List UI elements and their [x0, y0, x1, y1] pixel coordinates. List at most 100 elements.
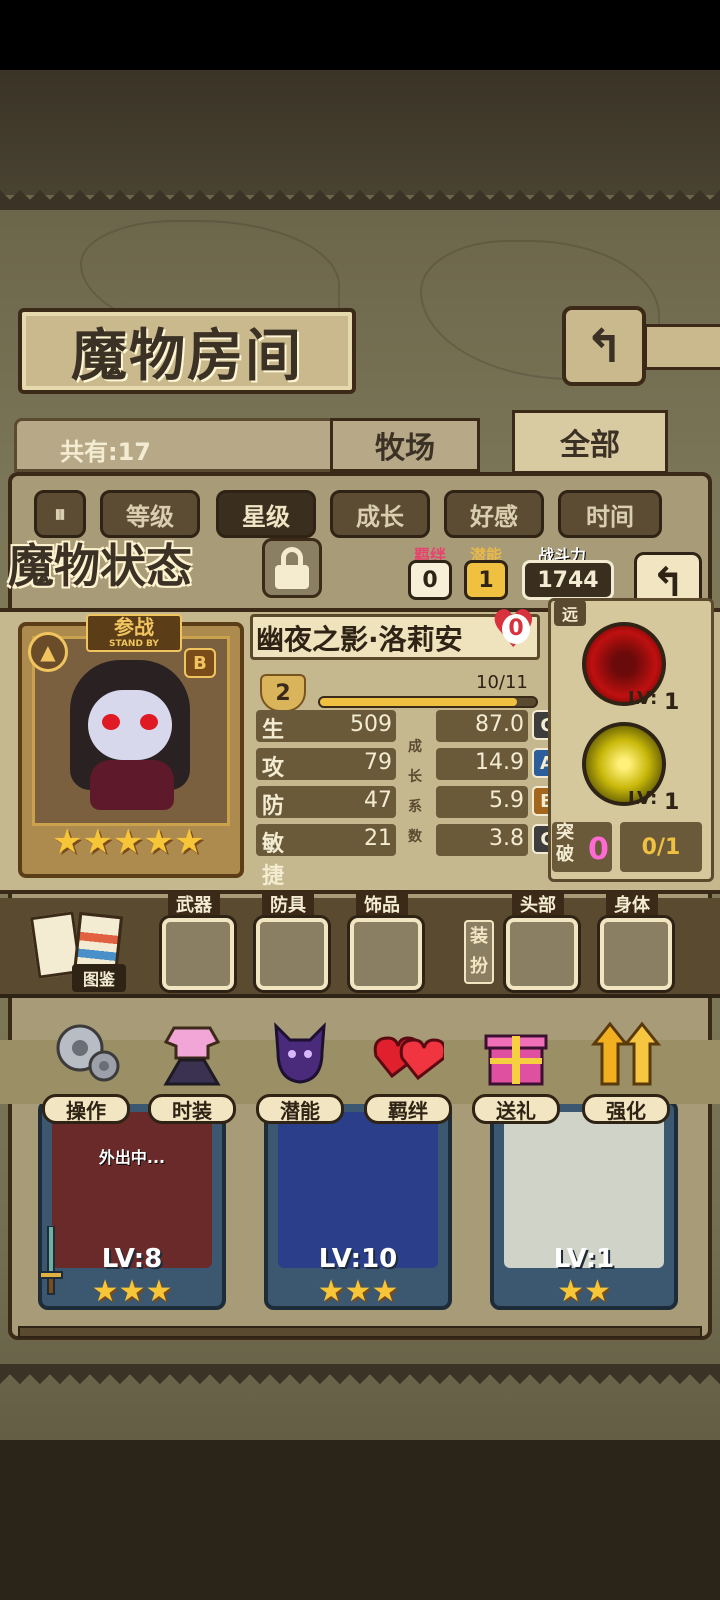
breakthrough-count: 0 — [588, 832, 609, 867]
star-icon: ★ — [173, 822, 205, 862]
standby-sublabel: STAND BY — [109, 639, 159, 649]
star-icon: ★ — [112, 822, 144, 862]
star-icon: ★ — [52, 822, 83, 862]
skill-level-prefix: LV: — [628, 688, 658, 709]
bond-button[interactable]: 羁绊 — [360, 1018, 456, 1126]
monster-card[interactable]: 外出中... LV:8 ★★★ — [38, 1100, 226, 1310]
operate-button[interactable]: 操作 — [38, 1018, 134, 1126]
gear-icon — [56, 1024, 120, 1082]
tab-all[interactable]: 全部 — [512, 410, 668, 474]
gift-icon — [484, 1034, 548, 1086]
bottom-bar — [0, 1440, 720, 1600]
monster-card[interactable]: LV:10 ★★★ — [264, 1100, 452, 1310]
monster-status-title: 魔物状态 — [8, 539, 192, 593]
star-rating: ★ ★ ★ ★ ★ — [52, 822, 205, 862]
slot-caption-accessory: 饰品 — [356, 890, 408, 918]
bond-value: 0 — [408, 560, 452, 600]
border-zigzag-bottom — [0, 1364, 720, 1384]
sort-affection-button[interactable]: 好感 — [444, 490, 544, 538]
costume-button[interactable]: 时装 — [144, 1018, 240, 1126]
stat-value: 47 — [364, 788, 392, 813]
stat-growth: 5.9 — [489, 788, 524, 813]
page-title-banner: 魔物房间 — [18, 308, 356, 394]
exp-text: 10/11 — [476, 672, 528, 693]
sort-growth-button[interactable]: 成长 — [330, 490, 430, 538]
dress-up-tag: 装扮 — [464, 920, 494, 984]
power-value: 1744 — [522, 560, 614, 600]
gift-label: 送礼 — [472, 1094, 560, 1124]
equip-slot-head[interactable] — [506, 918, 578, 990]
slot-caption-body: 身体 — [606, 890, 658, 918]
list-bottom-rail — [18, 1326, 702, 1338]
bond-label: 羁绊 — [364, 1094, 452, 1124]
character-eye — [140, 714, 158, 730]
character-eye — [102, 714, 120, 730]
monster-name: 幽夜之影·洛莉安 — [256, 623, 463, 656]
border-zigzag-top — [0, 190, 720, 210]
away-status: 外出中... — [98, 1148, 166, 1167]
stat-name: 敏捷 — [262, 832, 285, 889]
range-tag: 远 — [554, 600, 586, 626]
equip-slot-armor[interactable] — [256, 918, 328, 990]
monster-card-stars: ★★ — [557, 1274, 611, 1309]
equip-slot-body[interactable] — [600, 918, 672, 990]
affection-badge: ♥ 0 — [490, 604, 542, 656]
growth-label-char: 系 — [408, 799, 422, 815]
equip-slot-weapon[interactable] — [162, 918, 234, 990]
growth-label-char: 成 — [408, 739, 422, 755]
slot-caption-weapon: 武器 — [168, 890, 220, 918]
character-dress — [90, 760, 174, 810]
sort-star-button[interactable]: 星级 — [216, 490, 316, 538]
monster-card-level: LV:10 — [318, 1244, 398, 1274]
status-bar — [0, 0, 720, 70]
costume-label: 时装 — [148, 1094, 236, 1124]
exp-bar-fill — [320, 698, 517, 706]
affection-value: 0 — [502, 614, 530, 644]
lock-icon — [275, 547, 309, 589]
rank-badge: B — [184, 648, 216, 678]
tab-ranch-label: 牧场 — [375, 431, 435, 466]
enhance-button[interactable]: 强化 — [578, 1018, 674, 1126]
sword-icon — [39, 1226, 63, 1295]
gift-button[interactable]: 送礼 — [468, 1018, 564, 1126]
page-title: 魔物房间 — [71, 322, 303, 389]
monster-card-stars: ★★★ — [91, 1274, 173, 1309]
monster-card-level: LV:1 — [553, 1244, 615, 1274]
stat-value: 79 — [364, 750, 392, 775]
skill-level: 1 — [664, 790, 680, 815]
breakthrough-progress: 0/1 — [620, 822, 702, 872]
potential-label: 潜能 — [256, 1094, 344, 1124]
enhance-label: 强化 — [582, 1094, 670, 1124]
back-button[interactable]: ↰ — [562, 306, 646, 386]
tab-all-label: 全部 — [560, 428, 620, 463]
growth-label-char: 数 — [408, 829, 422, 845]
star-icon: ★ — [143, 822, 174, 862]
equip-slot-accessory[interactable] — [350, 918, 422, 990]
class-icon: ▲ — [28, 632, 68, 672]
lock-button[interactable] — [262, 538, 322, 598]
skill-level-prefix: LV: — [628, 788, 658, 809]
demon-icon — [274, 1022, 326, 1084]
potential-value: 1 — [464, 560, 508, 600]
character-face — [88, 690, 172, 760]
stat-growth: 14.9 — [475, 750, 524, 775]
star-icon: ★ — [82, 822, 113, 862]
monster-book-label: 图鉴 — [72, 964, 126, 992]
monster-card[interactable]: LV:1 ★★ — [490, 1100, 678, 1310]
stat-value: 509 — [350, 712, 392, 737]
monster-card-level: LV:8 — [101, 1244, 163, 1274]
growth-label-char: 长 — [408, 769, 422, 785]
tab-ranch[interactable]: 牧场 — [330, 418, 480, 472]
slot-caption-armor: 防具 — [262, 890, 314, 918]
standby-badge: 参战 STAND BY — [86, 614, 182, 652]
slot-caption-head: 头部 — [512, 890, 564, 918]
return-arrow-icon: ↰ — [584, 319, 624, 373]
up-arrows-icon — [590, 1021, 662, 1086]
potential-button[interactable]: 潜能 — [252, 1018, 348, 1126]
sort-time-button[interactable]: 时间 — [558, 490, 662, 538]
level-badge: 2 — [260, 674, 306, 712]
hearts-icon — [373, 1036, 444, 1081]
standby-label: 参战 — [114, 615, 154, 639]
dress-icon — [163, 1026, 221, 1086]
total-count: 共有:17 — [60, 438, 151, 466]
